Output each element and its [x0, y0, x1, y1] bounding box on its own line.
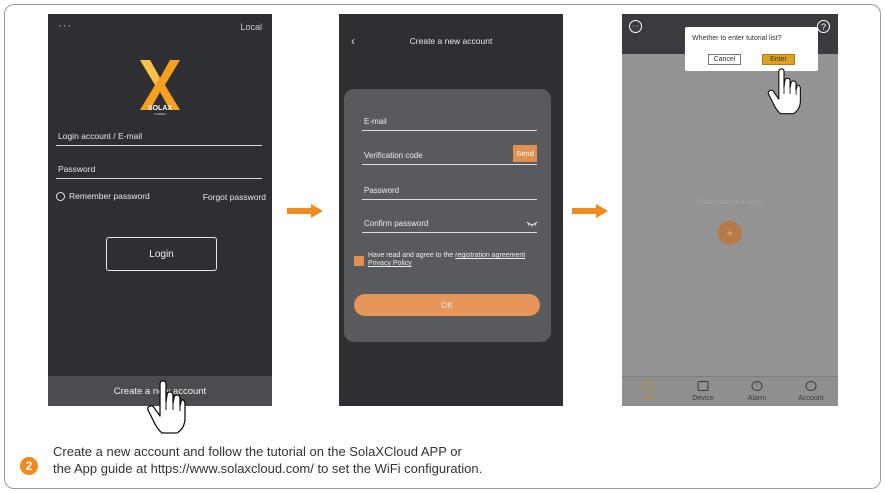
hand-pointer-icon — [767, 68, 801, 115]
confirm-password-field[interactable]: Confirm password — [362, 211, 537, 233]
tab-alarm[interactable]: ! Alarm — [730, 377, 784, 406]
password-field[interactable]: Password — [56, 157, 262, 179]
cancel-button[interactable]: Cancel — [708, 54, 741, 65]
tab-device[interactable]: Device — [676, 377, 730, 406]
tutorial-dialog: Whether to enter tutorial list? Cancel E… — [685, 27, 818, 71]
caption-line-2: the App guide at https://www.solaxcloud.… — [53, 461, 483, 476]
remember-password-option[interactable]: Remember password — [56, 191, 150, 201]
enter-button[interactable]: Enter — [762, 54, 795, 65]
account-icon — [805, 381, 817, 391]
register-screen: ‹ Create a new account E-mail Verificati… — [339, 14, 563, 406]
account-field[interactable]: Login account / E-mail — [56, 124, 262, 146]
menu-dots-icon[interactable]: ··· — [58, 20, 72, 32]
password-field-label: Password — [364, 186, 400, 195]
password-field-label: Password — [58, 164, 96, 174]
dialog-message: Whether to enter tutorial list? — [692, 35, 782, 42]
password-field[interactable]: Password — [362, 178, 537, 200]
ok-button[interactable]: OK — [354, 294, 540, 316]
registration-agreement-link[interactable]: registration agreement — [455, 252, 525, 259]
alarm-icon: ! — [751, 381, 763, 391]
forgot-password-link[interactable]: Forgot password — [203, 192, 266, 202]
tutorial-screen: ··· ? Whether to enter tutorial list? Ca… — [622, 14, 838, 406]
privacy-policy-link[interactable]: Privacy Policy — [368, 260, 412, 267]
register-form: E-mail Verification code Send Password C… — [344, 89, 551, 342]
site-icon — [643, 381, 655, 391]
tab-site[interactable]: Site — [622, 377, 676, 406]
account-field-label: Login account / E-mail — [58, 131, 143, 141]
add-site-button[interactable]: + — [718, 221, 742, 245]
tab-account-label: Account — [798, 395, 824, 402]
remember-password-label: Remember password — [69, 191, 150, 201]
agree-checkbox[interactable] — [354, 256, 364, 266]
register-title: Create a new account — [409, 36, 493, 46]
tab-device-label: Device — [692, 395, 714, 402]
caption-line-1: Create a new account and follow the tuto… — [53, 444, 462, 459]
email-field[interactable]: E-mail — [362, 109, 537, 131]
agree-prefix: Have read and agree to the — [368, 252, 456, 259]
arrow-right-icon — [287, 204, 323, 218]
tab-account[interactable]: Account — [784, 377, 838, 406]
more-icon[interactable]: ··· — [629, 20, 642, 33]
agreement-text: Have read and agree to the registration … — [368, 252, 538, 268]
tab-site-label: Site — [642, 395, 656, 402]
login-button[interactable]: Login — [106, 237, 217, 271]
verification-field-label: Verification code — [364, 151, 423, 160]
step-number-badge: 2 — [20, 457, 38, 475]
confirm-password-label: Confirm password — [364, 219, 429, 228]
tab-alarm-label: Alarm — [747, 395, 767, 402]
help-icon[interactable]: ? — [817, 20, 830, 33]
verification-code-field[interactable]: Verification code — [362, 143, 537, 165]
radio-icon[interactable] — [56, 191, 65, 201]
solax-logo: SOLAX POWER — [140, 60, 180, 116]
instruction-caption: Create a new account and follow the tuto… — [53, 443, 853, 477]
login-screen: ··· Local SOLAX POWER Login account / E-… — [48, 14, 272, 406]
hand-pointer-icon — [147, 380, 186, 434]
bottom-tab-bar: Site Device ! Alarm Account — [622, 376, 838, 406]
send-code-button[interactable]: Send — [513, 145, 537, 162]
email-field-label: E-mail — [364, 117, 387, 126]
local-mode-link[interactable]: Local — [240, 22, 262, 32]
empty-site-message: Create your site to enjoy! — [696, 200, 764, 206]
eye-icon[interactable] — [527, 221, 537, 227]
device-icon — [697, 381, 709, 391]
arrow-right-icon — [572, 204, 608, 218]
logo-subtext: POWER — [154, 112, 166, 116]
logo-text: SOLAX — [148, 105, 172, 112]
